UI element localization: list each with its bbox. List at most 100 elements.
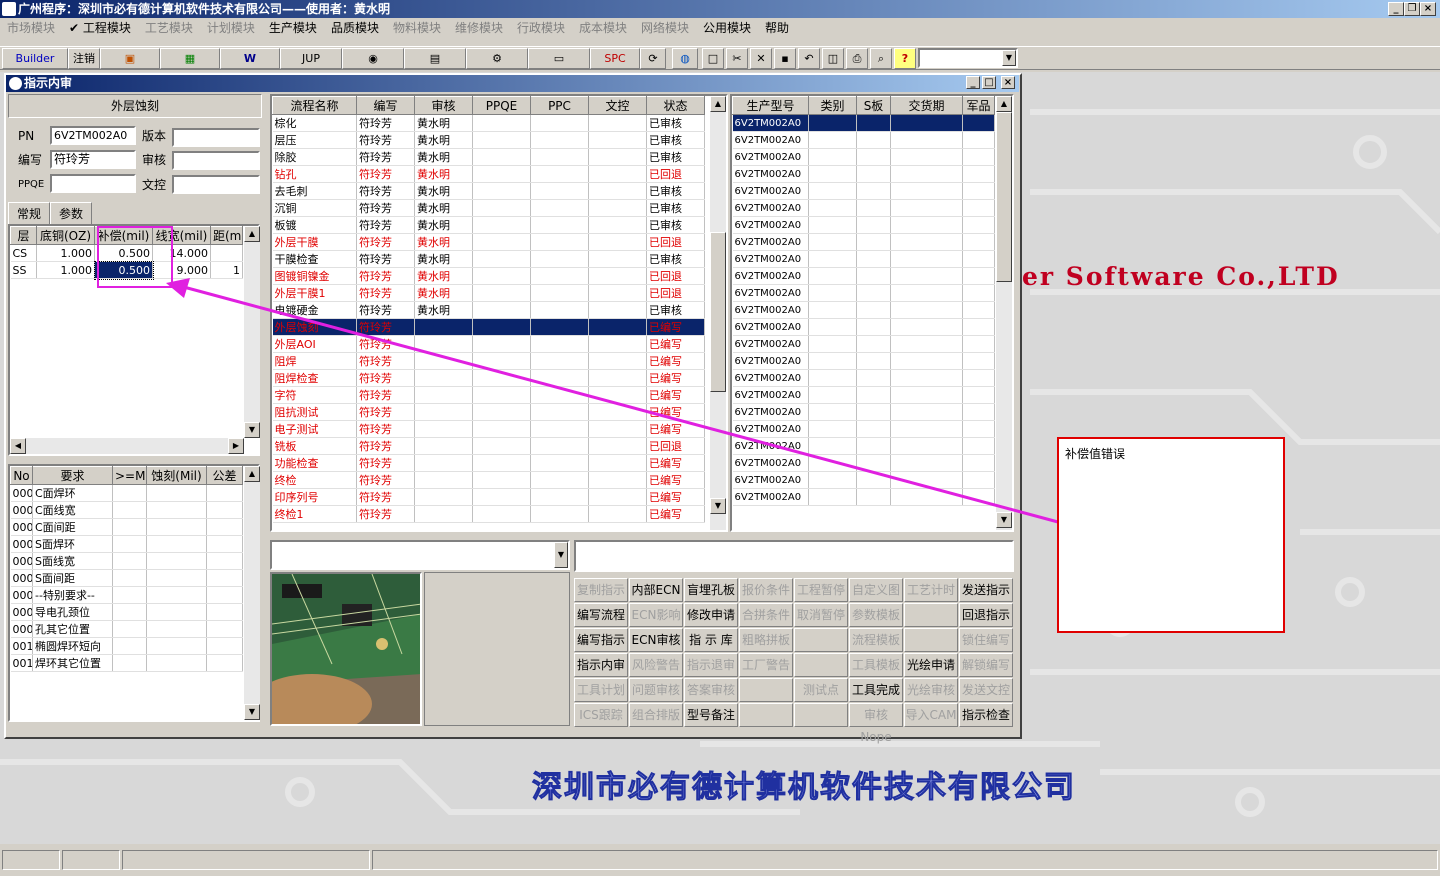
computer-icon[interactable]: ▭ [528, 48, 590, 69]
model-row[interactable]: 6V2TM002A0 [732, 284, 995, 302]
action-button-25[interactable]: 风险警告 [629, 653, 683, 677]
req-value[interactable] [146, 535, 207, 553]
minimize-button[interactable]: _ [1388, 2, 1404, 16]
param-header[interactable]: 层 [10, 226, 37, 245]
action-button-10[interactable]: 修改申请 [684, 603, 738, 627]
review-field[interactable] [172, 151, 260, 170]
req-value[interactable] [146, 603, 207, 621]
model-row[interactable]: 6V2TM002A0 [732, 352, 995, 370]
req-row[interactable]: 001 椭圆焊环短向 [10, 637, 243, 655]
req-value[interactable] [206, 586, 243, 604]
logout-button[interactable]: 注销 [68, 48, 100, 69]
action-button-3[interactable]: 报价条件 [739, 578, 793, 602]
action-button-13[interactable]: 参数模板 [849, 603, 903, 627]
model-row[interactable]: 6V2TM002A0 [732, 386, 995, 404]
menu-item-8[interactable]: 行政模块 [510, 18, 572, 38]
action-button-30[interactable]: 光绘申请 [904, 653, 958, 677]
find-icon[interactable]: ⌕ [870, 48, 892, 69]
menu-item-12[interactable]: 帮助 [758, 18, 796, 38]
pn-field[interactable]: 6V2TM002A0 [50, 126, 136, 145]
flow-header[interactable]: 文控 [588, 96, 647, 115]
action-button-5[interactable]: 自定义图 [849, 578, 903, 602]
action-button-11[interactable]: 合拼条件 [739, 603, 793, 627]
req-value[interactable] [112, 518, 147, 536]
writer-field[interactable]: 符玲芳 [50, 150, 136, 169]
ppqe-field[interactable] [50, 174, 136, 193]
action-button-35[interactable] [739, 678, 793, 702]
req-header[interactable]: 公差 [206, 466, 243, 485]
model-header[interactable]: 交货期 [890, 96, 963, 115]
flow-row[interactable]: 图镀铜镍金 符玲芳 黄水明 已回退 [272, 267, 705, 285]
flow-header[interactable]: 编写 [356, 96, 415, 115]
action-button-44[interactable] [794, 703, 848, 727]
action-button-7[interactable]: 发送指示 [959, 578, 1013, 602]
menu-item-0[interactable]: 市场模块 [0, 18, 62, 38]
action-button-36[interactable]: 测试点 [794, 678, 848, 702]
flow-row[interactable]: 干膜检查 符玲芳 黄水明 已审核 [272, 250, 705, 268]
preview-icon[interactable]: ◫ [822, 48, 844, 69]
flow-combo[interactable]: ▼ [270, 540, 570, 570]
flow-row[interactable]: 阻焊 符玲芳 已编写 [272, 352, 705, 370]
action-button-28[interactable] [794, 653, 848, 677]
doc-control-field[interactable] [172, 175, 260, 194]
req-value[interactable] [206, 603, 243, 621]
version-field[interactable] [172, 128, 260, 147]
param-header[interactable]: 距(mi [210, 226, 243, 245]
flow-row[interactable]: 阻抗测试 符玲芳 已编写 [272, 403, 705, 421]
flow-row[interactable]: 去毛刺 符玲芳 黄水明 已审核 [272, 182, 705, 200]
flow-header[interactable]: 状态 [646, 96, 705, 115]
flow-row[interactable]: 字符 符玲芳 已编写 [272, 386, 705, 404]
close-button[interactable]: × [1420, 2, 1436, 16]
menu-item-6[interactable]: 物料模块 [386, 18, 448, 38]
refresh-icon[interactable]: ⟳ [640, 48, 666, 69]
model-header[interactable]: 类别 [808, 96, 857, 115]
req-value[interactable] [146, 637, 207, 655]
action-button-16[interactable]: 编写指示 [574, 628, 628, 652]
cut-icon[interactable]: ✂ [726, 48, 748, 69]
action-button-17[interactable]: ECN审核 [629, 628, 683, 652]
param-cell[interactable]: 1.000 [36, 261, 95, 279]
req-value[interactable] [206, 501, 243, 519]
menu-item-4[interactable]: 生产模块 [262, 18, 324, 38]
flow-row[interactable]: 终检1 符玲芳 已编写 [272, 505, 705, 523]
req-value[interactable] [112, 484, 147, 502]
model-row[interactable]: 6V2TM002A0 [732, 369, 995, 387]
powerpoint-icon[interactable]: ▣ [100, 48, 160, 69]
eye-icon[interactable]: ◉ [342, 48, 404, 69]
model-row[interactable]: 6V2TM002A0 [732, 471, 995, 489]
flow-row[interactable]: 铣板 符玲芳 已回退 [272, 437, 705, 455]
model-grid[interactable]: 生产型号 类别 S板 交货期 军品 6V2TM002A0 6V2TM002A0 6V2TM00… [730, 94, 1014, 532]
builder-button[interactable]: Builder [2, 48, 68, 69]
req-header[interactable]: 蚀刻(Mil) [146, 466, 207, 485]
action-button-22[interactable] [904, 628, 958, 652]
req-value[interactable] [206, 637, 243, 655]
menu-item-7[interactable]: 维修模块 [448, 18, 510, 38]
tab-params[interactable]: 参数 [50, 202, 93, 225]
model-row[interactable]: 6V2TM002A0 [732, 114, 995, 132]
action-button-32[interactable]: 工具计划 [574, 678, 628, 702]
action-button-46[interactable]: 导入CAM [904, 703, 958, 727]
req-value[interactable] [112, 552, 147, 570]
model-row[interactable]: 6V2TM002A0 [732, 335, 995, 353]
action-button-12[interactable]: 取消暂停 [794, 603, 848, 627]
req-header[interactable]: No [10, 466, 33, 485]
jup-button[interactable]: JUP [280, 48, 342, 69]
action-button-31[interactable]: 解锁编写 [959, 653, 1013, 677]
req-row[interactable]: 000 S面线宽 [10, 552, 243, 570]
action-button-14[interactable] [904, 603, 958, 627]
req-row[interactable]: 000 C面间距 [10, 518, 243, 536]
action-button-45[interactable]: 审核Nope [849, 703, 903, 744]
action-button-33[interactable]: 问题审核 [629, 678, 683, 702]
action-button-6[interactable]: 工艺计时 [904, 578, 958, 602]
flow-row[interactable]: 外层AOI 符玲芳 已编写 [272, 335, 705, 353]
req-row[interactable]: 000 --特别要求-- [10, 586, 243, 604]
req-value[interactable] [206, 518, 243, 536]
req-value[interactable] [112, 620, 147, 638]
req-row[interactable]: 000 孔其它位置 [10, 620, 243, 638]
action-button-27[interactable]: 工厂警告 [739, 653, 793, 677]
req-value[interactable] [146, 518, 207, 536]
undo-icon[interactable]: ↶ [798, 48, 820, 69]
req-value[interactable] [206, 535, 243, 553]
req-row[interactable]: 000 S面焊环 [10, 535, 243, 553]
model-row[interactable]: 6V2TM002A0 [732, 216, 995, 234]
